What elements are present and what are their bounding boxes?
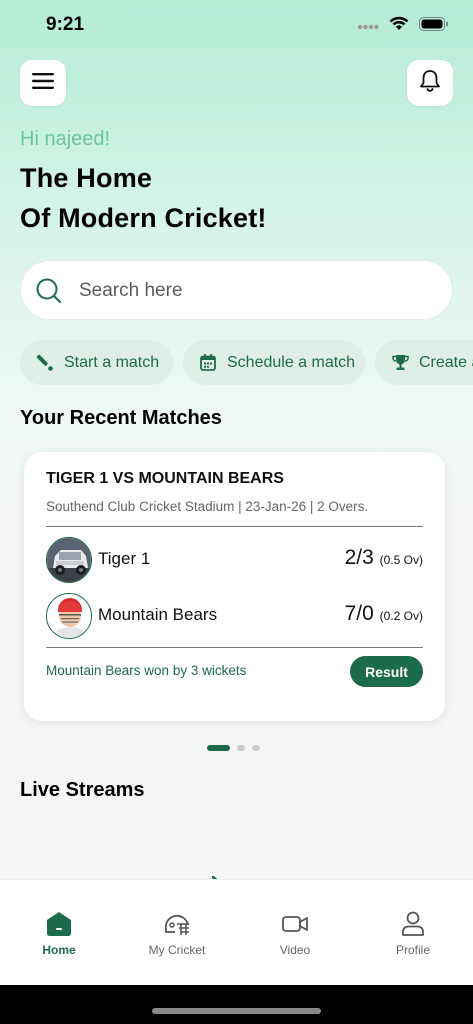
card-divider-bottom (46, 647, 423, 648)
greeting-text: Hi najeed! (20, 128, 111, 150)
wifi-icon (389, 16, 409, 35)
headline-line-2: Of Modern Cricket! (20, 203, 267, 233)
video-icon (281, 910, 309, 938)
tab-home[interactable]: Home (0, 880, 118, 986)
search-bar[interactable] (20, 260, 453, 320)
team-row-1: Tiger 1 2/3 (0.5 Ov) (46, 537, 423, 583)
team-2-score: 7/0 (0.2 Ov) (345, 602, 423, 626)
quick-actions: Start a match Schedule a match Create a … (20, 340, 473, 386)
card-divider-top (46, 526, 423, 527)
team-row-2: Mountain Bears 7/0 (0.2 Ov) (46, 593, 423, 639)
create-tournament-chip[interactable]: Create a tournament (375, 340, 473, 385)
page-headline: The Home Of Modern Cricket! (20, 158, 267, 238)
tab-my-cricket-label: My Cricket (148, 943, 206, 957)
schedule-match-label: Schedule a match (227, 353, 356, 371)
home-indicator-area (0, 985, 473, 1024)
home-indicator[interactable] (152, 1008, 321, 1014)
status-icons (357, 16, 449, 35)
battery-icon (419, 16, 449, 35)
team-2-overs: (0.2 Ov) (379, 609, 423, 623)
match-result-text: Mountain Bears won by 3 wickets (46, 663, 247, 678)
home-icon (45, 910, 73, 938)
team-1-avatar (46, 537, 92, 583)
carousel-dot[interactable] (252, 745, 260, 751)
match-meta: Southend Club Cricket Stadium | 23-Jan-2… (46, 499, 369, 514)
tab-my-cricket[interactable]: My Cricket (118, 880, 236, 986)
team-2-avatar (46, 593, 92, 639)
trophy-icon (391, 354, 409, 372)
result-button[interactable]: Result (350, 656, 423, 687)
signal-icon (357, 16, 379, 35)
calendar-icon (199, 354, 217, 372)
create-tournament-label: Create a tournament (419, 353, 473, 371)
match-card[interactable]: TIGER 1 VS MOUNTAIN BEARS Southend Club … (24, 452, 445, 721)
carousel-indicator (207, 745, 260, 751)
notifications-button[interactable] (407, 60, 453, 106)
live-streams-title: Live Streams (20, 779, 145, 801)
start-match-chip[interactable]: Start a match (20, 340, 173, 385)
team-1-name: Tiger 1 (98, 549, 151, 568)
team-1-score: 2/3 (0.5 Ov) (345, 546, 423, 570)
tab-video[interactable]: Video (236, 880, 354, 986)
schedule-match-chip[interactable]: Schedule a match (183, 340, 365, 385)
carousel-dot[interactable] (237, 745, 245, 751)
tab-profile[interactable]: Profile (354, 880, 472, 986)
team-1-overs: (0.5 Ov) (379, 553, 423, 567)
match-title: TIGER 1 VS MOUNTAIN BEARS (46, 470, 284, 487)
recent-matches-title: Your Recent Matches (20, 407, 222, 429)
tab-video-label: Video (279, 943, 311, 957)
hamburger-icon (32, 73, 54, 93)
status-bar: 9:21 (0, 0, 473, 52)
start-match-label: Start a match (64, 353, 160, 371)
tab-profile-label: Profile (395, 943, 430, 957)
team-1-runs: 2/3 (344, 546, 374, 569)
loading-spinner (212, 870, 226, 879)
team-2-name: Mountain Bears (98, 605, 218, 624)
team-2-runs: 7/0 (344, 602, 374, 625)
bottom-tab-bar: Home My Cricket Video Profile (0, 879, 473, 985)
status-time: 9:21 (46, 14, 85, 35)
bat-icon (36, 354, 54, 372)
carousel-dot-active[interactable] (207, 745, 230, 751)
headline-line-1: The Home (20, 163, 153, 193)
helmet-icon (163, 910, 191, 938)
menu-button[interactable] (20, 60, 66, 106)
profile-icon (399, 910, 427, 938)
tab-home-label: Home (42, 943, 76, 957)
search-input[interactable] (79, 271, 429, 311)
bell-icon (419, 69, 441, 97)
search-icon (35, 277, 63, 309)
